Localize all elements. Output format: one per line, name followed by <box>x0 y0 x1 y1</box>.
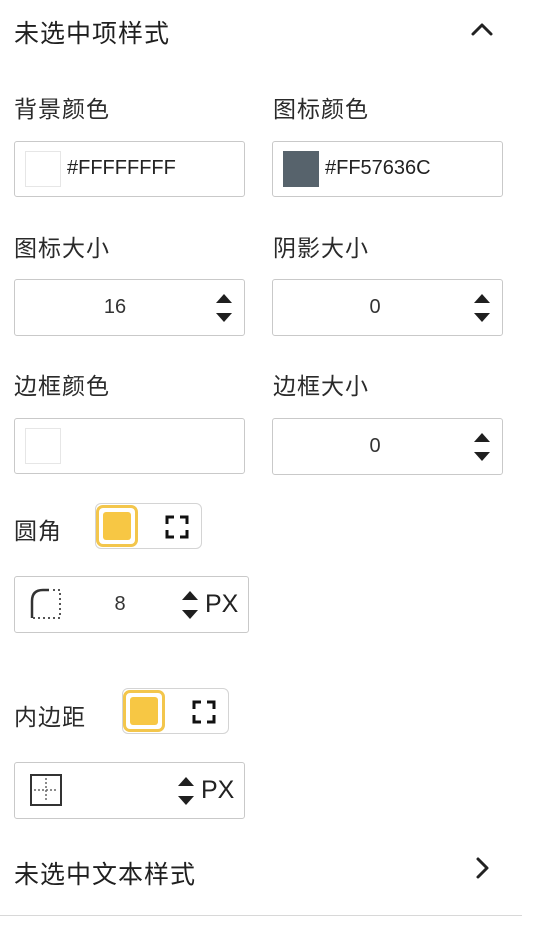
border-size-label: 边框大小 <box>273 374 369 400</box>
section-title-unselected-style: 未选中项样式 <box>14 19 171 48</box>
padding-unit: PX <box>201 776 235 804</box>
corner-radius-label: 圆角 <box>14 519 62 545</box>
expand-sides-icon[interactable] <box>191 699 217 725</box>
icon-color-label: 图标颜色 <box>273 97 369 123</box>
icon-color-field[interactable]: #FF57636C <box>272 141 503 197</box>
padding-icon <box>30 774 62 806</box>
icon-size-label: 图标大小 <box>14 236 110 262</box>
stepper-icon[interactable] <box>472 290 492 326</box>
border-color-field[interactable] <box>14 418 245 474</box>
background-color-swatch[interactable] <box>25 151 61 187</box>
icon-size-value: 16 <box>103 296 127 318</box>
padding-mode-toggle[interactable] <box>122 688 229 734</box>
divider <box>0 915 522 916</box>
stepper-icon[interactable] <box>472 429 492 465</box>
chevron-right-icon[interactable] <box>472 855 492 881</box>
stepper-icon[interactable] <box>180 587 200 623</box>
corner-radius-value: 8 <box>114 593 126 615</box>
expand-corners-icon[interactable] <box>164 514 190 540</box>
shadow-size-value: 0 <box>369 296 381 318</box>
background-color-value: #FFFFFFFF <box>67 157 176 179</box>
padding-input[interactable]: PX <box>14 762 245 819</box>
stepper-icon[interactable] <box>214 290 234 326</box>
stepper-icon[interactable] <box>176 773 196 809</box>
uniform-mode-button[interactable] <box>96 505 138 547</box>
border-size-input[interactable]: 0 <box>272 418 503 475</box>
section-title-unselected-text-style[interactable]: 未选中文本样式 <box>14 855 196 891</box>
border-color-label: 边框颜色 <box>14 374 110 400</box>
uniform-mode-button[interactable] <box>123 690 165 732</box>
icon-color-swatch[interactable] <box>283 151 319 187</box>
border-color-swatch[interactable] <box>25 428 61 464</box>
shadow-size-input[interactable]: 0 <box>272 279 503 336</box>
corner-radius-input[interactable]: 8 PX <box>14 576 249 633</box>
shadow-size-label: 阴影大小 <box>273 236 369 262</box>
background-color-label: 背景颜色 <box>14 97 110 123</box>
corner-radius-unit: PX <box>205 590 239 618</box>
icon-size-input[interactable]: 16 <box>14 279 245 336</box>
corner-radius-icon <box>30 588 61 619</box>
background-color-field[interactable]: #FFFFFFFF <box>14 141 245 197</box>
corner-radius-mode-toggle[interactable] <box>95 503 202 549</box>
padding-label: 内边距 <box>14 705 86 731</box>
chevron-up-icon[interactable] <box>469 18 495 40</box>
border-size-value: 0 <box>369 435 381 457</box>
icon-color-value: #FF57636C <box>325 157 431 179</box>
